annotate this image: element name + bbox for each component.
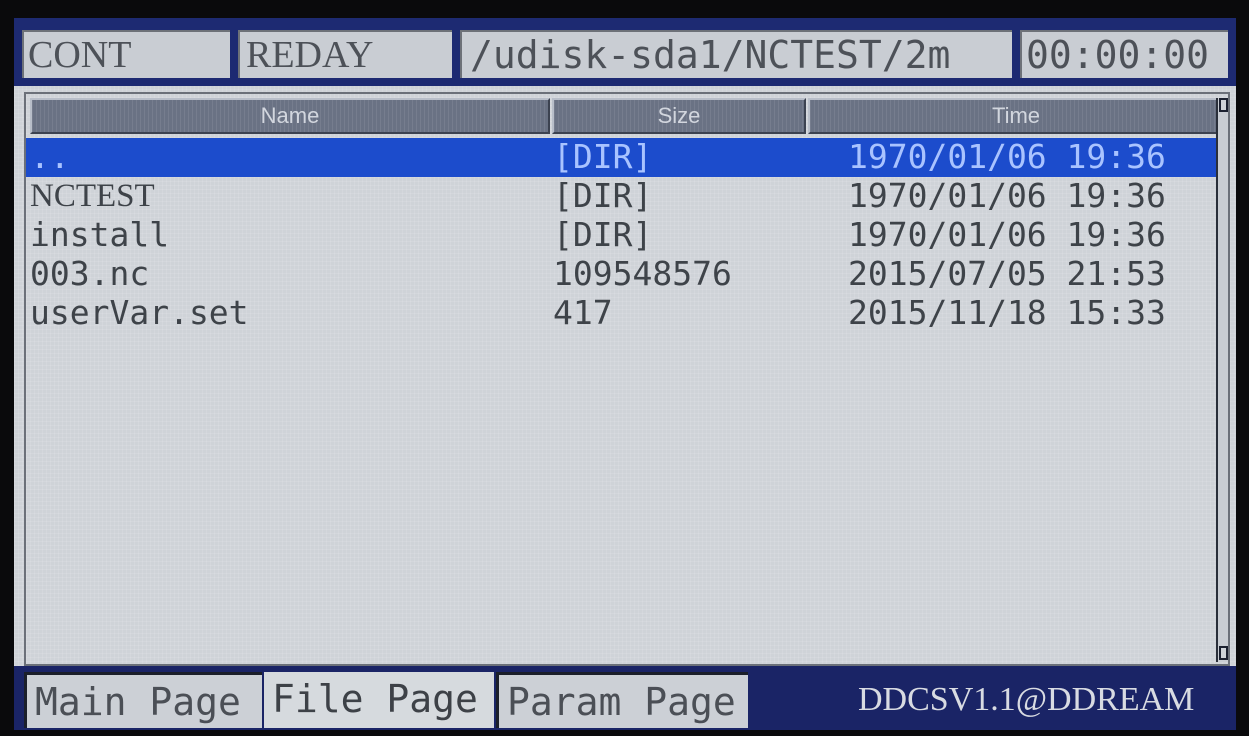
column-header-time[interactable]: Time [808, 98, 1224, 134]
file-time: 1970/01/06 19:36 [848, 215, 1166, 254]
scroll-down-icon[interactable] [1219, 646, 1228, 660]
tab-main-page[interactable]: Main Page [24, 672, 262, 728]
file-size: [DIR] [553, 137, 653, 176]
tab-param-page[interactable]: Param Page [496, 672, 748, 728]
status-bar: CONT REDAY /udisk-sda1/NCTEST/2m 00:00:0… [14, 18, 1236, 86]
firmware-brand: DDCSV1.1@DDREAM [858, 681, 1195, 718]
file-time: 2015/11/18 15:33 [848, 293, 1166, 332]
file-name: userVar.set [30, 293, 249, 332]
tab-file-page[interactable]: File Page [264, 672, 494, 728]
file-row[interactable]: .. [DIR] 1970/01/06 19:36 [26, 138, 1216, 177]
device-bezel: CONT REDAY /udisk-sda1/NCTEST/2m 00:00:0… [0, 0, 1249, 736]
file-name: install [30, 215, 170, 254]
run-timer: 00:00:00 [1020, 30, 1228, 78]
vertical-scrollbar[interactable] [1216, 98, 1228, 662]
file-name: 003.nc [30, 254, 150, 293]
file-name: NCTEST [30, 178, 155, 214]
file-name: .. [30, 137, 70, 176]
column-header-name[interactable]: Name [30, 98, 550, 134]
file-size: [DIR] [553, 215, 653, 254]
file-size: 109548576 [553, 254, 732, 293]
file-row[interactable]: NCTEST [DIR] 1970/01/06 19:36 [26, 177, 1216, 216]
file-browser: Name Size Time .. [DIR] 1970/01/06 19:36… [24, 92, 1230, 666]
file-time: 1970/01/06 19:36 [848, 137, 1166, 176]
column-header-size[interactable]: Size [552, 98, 806, 134]
bottom-nav-bar: Main Page File Page Param Page DDCSV1.1@… [14, 666, 1236, 730]
file-size: [DIR] [553, 176, 653, 215]
state-indicator: REDAY [238, 30, 452, 78]
file-time: 1970/01/06 19:36 [848, 176, 1166, 215]
scroll-up-icon[interactable] [1219, 98, 1228, 112]
mode-indicator: CONT [22, 30, 230, 78]
file-list: .. [DIR] 1970/01/06 19:36 NCTEST [DIR] 1… [26, 138, 1216, 333]
lcd-screen: CONT REDAY /udisk-sda1/NCTEST/2m 00:00:0… [14, 18, 1236, 730]
current-path: /udisk-sda1/NCTEST/2m [460, 30, 1012, 78]
file-size: 417 [553, 293, 613, 332]
file-row[interactable]: 003.nc 109548576 2015/07/05 21:53 [26, 255, 1216, 294]
file-row[interactable]: userVar.set 417 2015/11/18 15:33 [26, 294, 1216, 333]
file-time: 2015/07/05 21:53 [848, 254, 1166, 293]
file-row[interactable]: install [DIR] 1970/01/06 19:36 [26, 216, 1216, 255]
